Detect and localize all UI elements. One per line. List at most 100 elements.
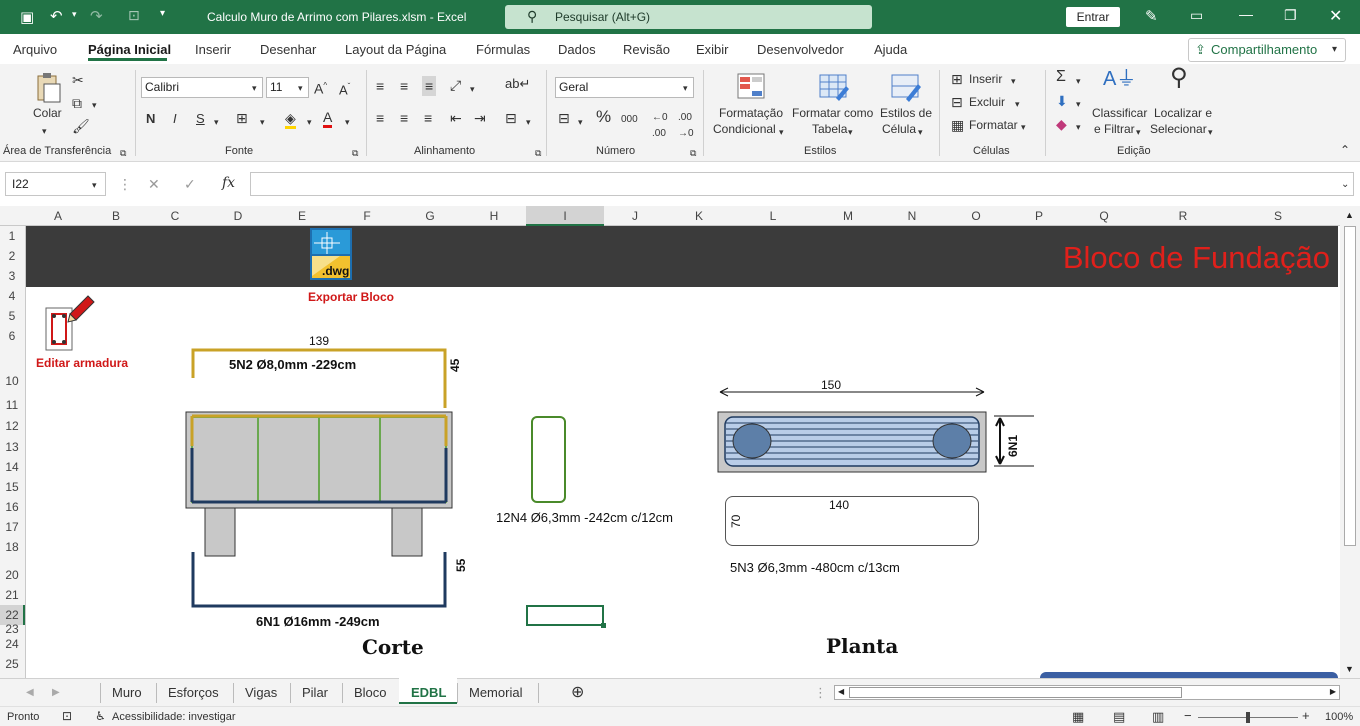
tab-revisao[interactable]: Revisão	[623, 42, 670, 57]
paste-icon[interactable]	[34, 72, 62, 104]
row-header[interactable]: 15	[0, 480, 24, 494]
column-header[interactable]: H	[490, 209, 499, 223]
align-top-icon[interactable]: ≡	[376, 78, 384, 94]
row-header[interactable]: 20	[0, 568, 24, 582]
paste-label[interactable]: Colar	[33, 106, 62, 120]
column-header[interactable]: D	[234, 209, 243, 223]
minimize-icon[interactable]: —	[1239, 6, 1253, 22]
chevron-down-icon[interactable]: ▾	[345, 114, 350, 130]
format-cells-label[interactable]: Formatar	[969, 118, 1018, 132]
search-box[interactable]: ⚲ Pesquisar (Alt+G)	[505, 5, 872, 29]
autosum-icon[interactable]: Σ	[1056, 69, 1066, 85]
fill-color-icon[interactable]: ◈	[285, 110, 296, 129]
sheet-tab-edbl[interactable]: EDBL	[411, 685, 446, 700]
column-header[interactable]: Q	[1099, 209, 1108, 223]
row-header[interactable]: 25	[0, 657, 24, 671]
chevron-down-icon[interactable]: ▾	[848, 124, 853, 140]
number-format-combo[interactable]: Geral	[555, 77, 694, 98]
chevron-down-icon[interactable]: ▾	[470, 81, 475, 97]
row-header[interactable]: 24	[0, 637, 24, 651]
cut-icon[interactable]: ✂	[72, 72, 84, 88]
cond-format-line2[interactable]: Condicional	[713, 122, 776, 136]
column-header[interactable]: C	[171, 209, 180, 223]
row-header[interactable]: 6	[0, 329, 24, 343]
column-header[interactable]: J	[632, 209, 638, 223]
cell-styles-line2[interactable]: Célula	[882, 122, 916, 136]
column-header[interactable]: O	[971, 209, 980, 223]
underline-button[interactable]: S	[196, 112, 205, 126]
row-header[interactable]: 2	[0, 249, 24, 263]
decrease-font-icon[interactable]: Aˇ	[339, 79, 350, 98]
thousands-button[interactable]: 000	[621, 113, 638, 127]
dialog-launcher-icon[interactable]: ⧉	[535, 145, 541, 161]
tab-ajuda[interactable]: Ajuda	[874, 42, 907, 57]
macro-record-icon[interactable]: ⊡	[62, 709, 72, 723]
chevron-down-icon[interactable]: ▾	[1076, 96, 1081, 112]
tab-dados[interactable]: Dados	[558, 42, 596, 57]
fill-down-icon[interactable]: ⬇	[1056, 93, 1068, 109]
sheet-tab-vigas[interactable]: Vigas	[245, 685, 277, 700]
tab-arquivo[interactable]: Arquivo	[13, 42, 57, 57]
insert-function-icon[interactable]: fx	[222, 175, 235, 191]
increase-font-icon[interactable]: A^	[314, 78, 327, 97]
cell-styles-icon[interactable]	[890, 72, 922, 102]
pen-icon[interactable]: ✎	[1145, 7, 1158, 25]
find-select-icon[interactable]: ⚲	[1170, 66, 1188, 90]
tab-exibir[interactable]: Exibir	[696, 42, 729, 57]
chevron-down-icon[interactable]: ▾	[1076, 119, 1081, 135]
name-box[interactable]: I22	[5, 172, 106, 196]
sort-line2[interactable]: e Filtrar	[1094, 122, 1135, 136]
tab-layout[interactable]: Layout da Página	[345, 42, 446, 57]
scroll-right-icon[interactable]: ▶	[1330, 687, 1336, 696]
chevron-down-icon[interactable]: ▾	[1021, 119, 1026, 135]
edit-rebar-icon[interactable]	[44, 292, 96, 354]
find-line2[interactable]: Selecionar	[1150, 122, 1207, 136]
column-header[interactable]: K	[695, 209, 703, 223]
chevron-down-icon[interactable]: ▾	[526, 114, 531, 130]
signin-button[interactable]: Entrar	[1066, 7, 1120, 27]
vertical-scrollbar[interactable]: ▲ ▼	[1340, 206, 1360, 678]
italic-button[interactable]: I	[173, 112, 177, 126]
zoom-level[interactable]: 100%	[1325, 711, 1353, 723]
formula-input[interactable]	[250, 172, 1354, 196]
chevron-down-icon[interactable]: ▾	[42, 123, 47, 139]
sort-line1[interactable]: Classificar	[1092, 106, 1147, 120]
borders-icon[interactable]: ⊞	[236, 110, 248, 126]
format-painter-icon[interactable]: 🖌	[72, 118, 90, 134]
copy-icon[interactable]: ⧉	[72, 95, 82, 111]
zoom-in-icon[interactable]: +	[1302, 708, 1310, 723]
chevron-down-icon[interactable]: ▾	[252, 80, 257, 96]
horizontal-scrollbar[interactable]: ◀ ▶	[834, 685, 1340, 700]
sort-filter-icon[interactable]: A⏚	[1103, 69, 1136, 89]
dialog-launcher-icon[interactable]: ⧉	[352, 145, 358, 161]
chevron-down-icon[interactable]: ▾	[1076, 73, 1081, 89]
bold-button[interactable]: N	[146, 112, 155, 126]
chevron-down-icon[interactable]: ▾	[683, 80, 688, 96]
format-cells-icon[interactable]: ▦	[951, 117, 964, 133]
chevron-down-icon[interactable]: ▾	[779, 124, 784, 140]
tab-formulas[interactable]: Fórmulas	[476, 42, 530, 57]
insert-cells-label[interactable]: Inserir	[969, 72, 1002, 86]
vertical-scroll-thumb[interactable]	[1344, 226, 1356, 546]
percent-button[interactable]: %	[596, 108, 611, 125]
column-header[interactable]: F	[363, 209, 370, 223]
as-table-line1[interactable]: Formatar como	[792, 106, 873, 120]
delete-cells-label[interactable]: Excluir	[969, 95, 1005, 109]
normal-view-icon[interactable]: ▦	[1072, 709, 1084, 725]
next-sheet-icon[interactable]: ▶	[52, 687, 60, 698]
row-header[interactable]: 16	[0, 500, 24, 514]
page-layout-view-icon[interactable]: ▤	[1113, 709, 1125, 725]
row-header[interactable]: 18	[0, 540, 24, 554]
column-header[interactable]: E	[298, 209, 306, 223]
chevron-down-icon[interactable]: ▾	[92, 177, 97, 193]
add-sheet-icon[interactable]: ⊕	[571, 682, 584, 702]
undo-icon[interactable]: ↶	[50, 7, 63, 25]
decrease-decimal-icon[interactable]: .00 →0	[678, 110, 694, 142]
row-header[interactable]: 4	[0, 289, 24, 303]
customize-qat-icon[interactable]: ▾	[160, 8, 165, 19]
cell-styles-line1[interactable]: Estilos de	[880, 106, 932, 120]
chevron-down-icon[interactable]: ▾	[1011, 73, 1016, 89]
sheet-tab-esforcos[interactable]: Esforços	[168, 685, 219, 700]
row-header[interactable]: 1	[0, 229, 24, 243]
zoom-slider-thumb[interactable]	[1246, 712, 1250, 723]
